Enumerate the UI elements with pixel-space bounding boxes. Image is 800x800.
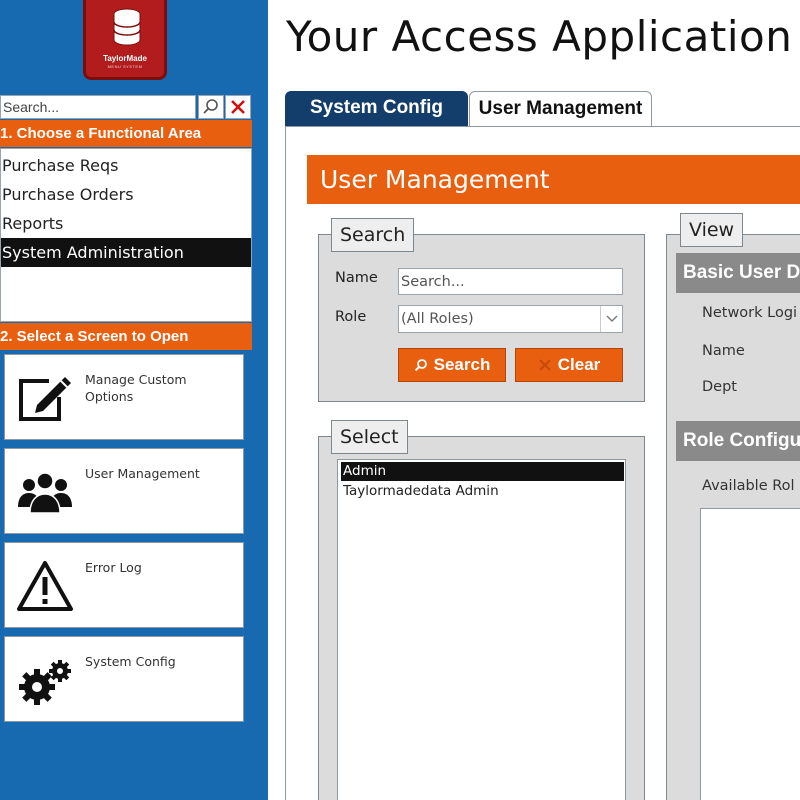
dept-label: Dept [702, 379, 737, 395]
screen-card-label: User Management [85, 466, 200, 481]
available-roles-label: Available Rol [702, 478, 795, 494]
users-icon [18, 472, 72, 514]
database-icon [113, 8, 141, 46]
search-group-legend: Search [331, 218, 415, 252]
search-icon [414, 359, 427, 372]
screen-card-user-management[interactable]: User Management [4, 448, 244, 534]
logo-subtitle: MENU SYSTEM [107, 64, 143, 69]
clear-button[interactable]: Clear [515, 348, 623, 382]
gears-icon [19, 660, 71, 705]
role-listbox[interactable]: Admin Taylormadedata Admin [337, 459, 626, 800]
view-name-label: Name [702, 343, 745, 359]
clear-search-button[interactable] [225, 95, 251, 119]
role-select-value: (All Roles) [401, 311, 474, 327]
search-button[interactable] [198, 95, 224, 119]
screen-card-manage-custom-options[interactable]: Manage Custom Options [4, 354, 244, 440]
close-icon [231, 100, 245, 114]
network-login-label: Network Logi [702, 305, 798, 321]
search-button-label: Search [433, 355, 491, 374]
search-icon [203, 99, 218, 114]
screen-card-system-config[interactable]: System Config [4, 636, 244, 722]
edit-icon [19, 377, 71, 421]
functional-area-heading: 1. Choose a Functional Area [0, 120, 252, 147]
list-item[interactable]: Admin [341, 462, 624, 481]
screen-select-heading: 2. Select a Screen to Open [0, 323, 252, 350]
clear-button-label: Clear [557, 355, 601, 374]
list-item[interactable]: Taylormadedata Admin [341, 482, 624, 501]
chevron-down-icon [600, 306, 622, 332]
warning-icon [17, 561, 73, 611]
select-group-legend: Select [331, 420, 408, 454]
screen-card-label: Error Log [85, 560, 142, 575]
page-title: User Management [307, 155, 800, 204]
role-label: Role [335, 309, 367, 325]
name-search-input[interactable] [398, 268, 623, 295]
role-select[interactable]: (All Roles) [398, 305, 623, 333]
tab-system-config[interactable]: System Config [285, 91, 468, 127]
area-item-purchase-orders[interactable]: Purchase Orders [1, 180, 251, 209]
screen-card-label: Manage Custom Options [85, 372, 187, 404]
basic-user-details-heading: Basic User D [676, 253, 800, 293]
logo-name: TaylorMade [103, 54, 147, 63]
screen-card-label: System Config [85, 654, 176, 669]
tab-user-management[interactable]: User Management [469, 91, 652, 128]
screen-card-error-log[interactable]: Error Log [4, 542, 244, 628]
app-title: Your Access Application [286, 12, 793, 61]
area-item-reports[interactable]: Reports [1, 209, 251, 238]
sidebar-search-input[interactable] [0, 95, 196, 119]
sidebar-search [0, 95, 252, 119]
close-icon [538, 359, 551, 371]
sidebar: TaylorMade MENU SYSTEM 1. Choose a Funct… [0, 0, 268, 800]
functional-area-list: Purchase Reqs Purchase Orders Reports Sy… [0, 148, 252, 322]
app-logo: TaylorMade MENU SYSTEM [83, 0, 167, 80]
role-configuration-heading: Role Configu [676, 421, 800, 461]
name-label: Name [335, 270, 378, 286]
area-item-system-administration[interactable]: System Administration [1, 238, 251, 267]
search-button-main[interactable]: Search [398, 348, 506, 382]
area-item-purchase-reqs[interactable]: Purchase Reqs [1, 151, 251, 180]
app-window: TaylorMade MENU SYSTEM 1. Choose a Funct… [0, 0, 800, 800]
available-roles-list[interactable] [700, 508, 800, 800]
view-group-legend: View [680, 213, 744, 247]
